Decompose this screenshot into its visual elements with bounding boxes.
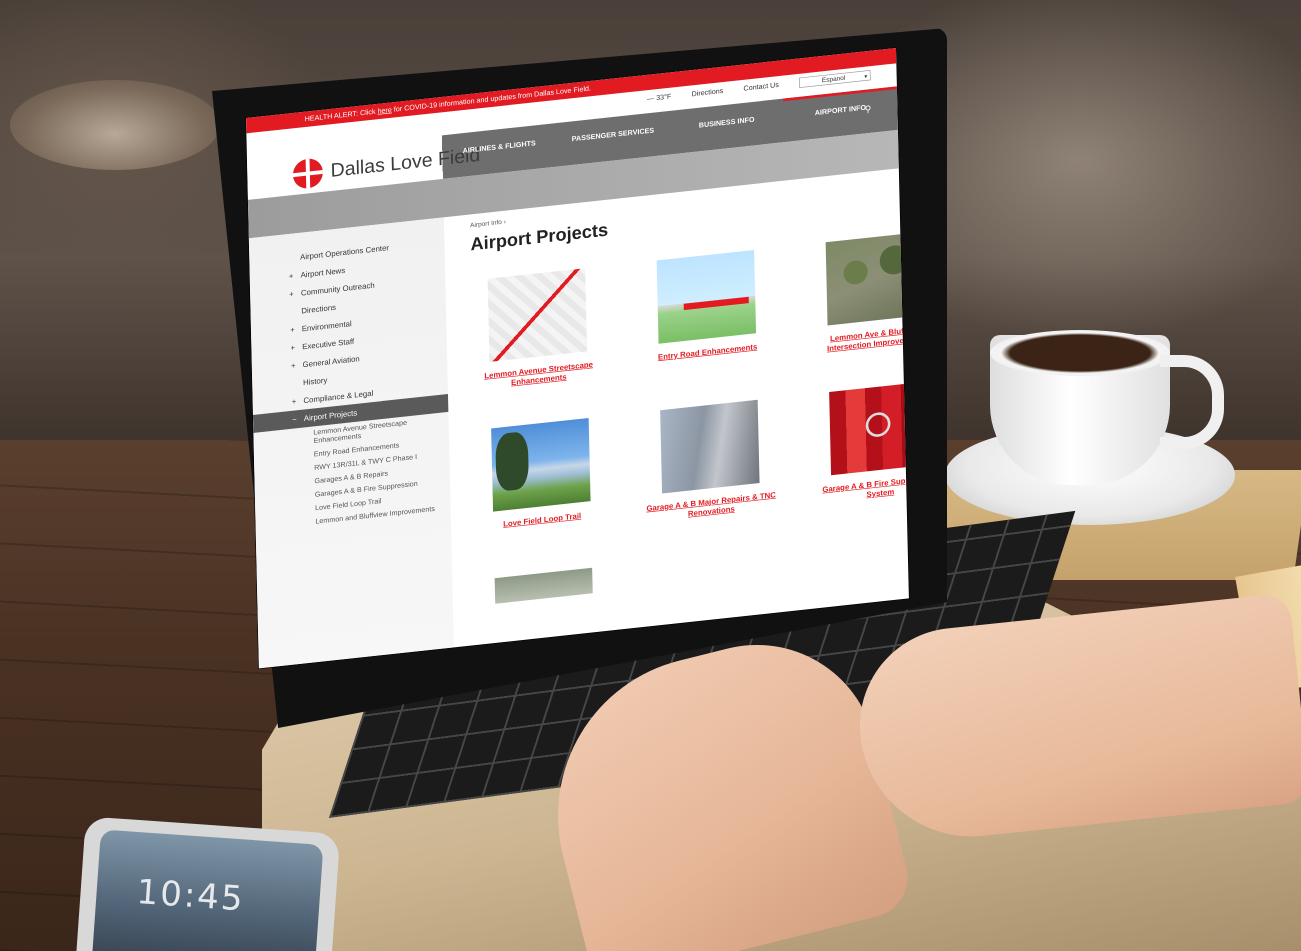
expand-icon: + xyxy=(291,396,297,407)
logo-icon xyxy=(292,157,324,190)
project-card: Garage A & B Fire Suppression System xyxy=(813,380,909,505)
language-value: Espanol xyxy=(821,74,846,85)
project-card: Entry Road Enhancements xyxy=(640,248,773,373)
project-card: Lemmon Avenue Streetscape Enhancements xyxy=(471,266,604,391)
directions-link[interactable]: Directions xyxy=(691,87,723,98)
project-card: Lemmon Ave & Bluffview Intersection Impr… xyxy=(809,230,909,355)
project-thumbnail-partial[interactable] xyxy=(494,567,593,604)
expand-icon: + xyxy=(288,271,294,281)
contact-link[interactable]: Contact Us xyxy=(743,81,779,92)
project-card-partial xyxy=(478,566,609,606)
photo-scene: HEALTH ALERT: Click here for COVID-19 in… xyxy=(0,0,1301,951)
project-link[interactable]: Garage A & B Fire Suppression System xyxy=(815,472,909,505)
project-link[interactable]: Love Field Loop Trail xyxy=(477,508,607,532)
sidebar-list: Airport Operations Center + Airport News … xyxy=(249,217,451,535)
smartphone: 10:45 xyxy=(74,816,341,951)
phone-screen: 10:45 xyxy=(90,829,324,951)
cup-handle xyxy=(1160,355,1224,449)
project-link[interactable]: Lemmon Ave & Bluffview Intersection Impr… xyxy=(812,322,909,355)
project-thumbnail-garage[interactable] xyxy=(660,399,760,494)
search-icon[interactable]: ⚲ xyxy=(865,103,872,115)
sidebar-item-label: History xyxy=(302,375,328,388)
phone-clock: 10:45 xyxy=(135,872,246,920)
project-card: Love Field Loop Trail xyxy=(475,416,608,541)
sidebar-item-label: General Aviation xyxy=(302,354,360,370)
project-thumbnail-aerial[interactable] xyxy=(825,231,909,326)
expand-icon: + xyxy=(290,360,296,371)
expand-icon: + xyxy=(289,325,295,335)
sidebar-item-label: Executive Staff xyxy=(302,336,355,352)
project-thumbnail-road[interactable] xyxy=(656,249,757,344)
project-thumbnail-lake[interactable] xyxy=(491,417,591,512)
project-card: Garage A & B Major Repairs & TNC Renovat… xyxy=(644,398,777,523)
background-lamp xyxy=(10,80,220,170)
expand-icon: + xyxy=(290,343,296,353)
sidebar-item-label: Environmental xyxy=(301,319,352,334)
expand-icon: + xyxy=(289,289,294,299)
project-thumbnail-fire-pipes[interactable] xyxy=(829,381,909,476)
main-content: Airport Info › Airport Projects Lemmon A… xyxy=(470,179,909,606)
laptop-screen-website: HEALTH ALERT: Click here for COVID-19 in… xyxy=(246,48,909,669)
alert-prefix: HEALTH ALERT: Click xyxy=(304,107,376,124)
project-link[interactable]: Entry Road Enhancements xyxy=(643,340,773,364)
alert-link[interactable]: here xyxy=(377,106,392,115)
project-thumbnail-map[interactable] xyxy=(487,268,588,362)
collapse-icon: − xyxy=(292,414,297,425)
project-grid: Lemmon Avenue Streetscape Enhancements E… xyxy=(471,231,909,606)
weather-readout: — 33°F xyxy=(646,92,672,103)
chevron-down-icon: ▾ xyxy=(864,72,868,80)
project-link[interactable]: Lemmon Avenue Streetscape Enhancements xyxy=(474,359,604,392)
sidebar-item-label: Airport Projects xyxy=(303,408,358,423)
project-link[interactable]: Garage A & B Major Repairs & TNC Renovat… xyxy=(646,490,776,523)
coffee-surface xyxy=(990,330,1170,376)
sidebar: Airport Operations Center + Airport News … xyxy=(248,217,454,669)
sidebar-item-label: Airport News xyxy=(300,265,346,280)
sidebar-item-label: Directions xyxy=(301,302,337,316)
